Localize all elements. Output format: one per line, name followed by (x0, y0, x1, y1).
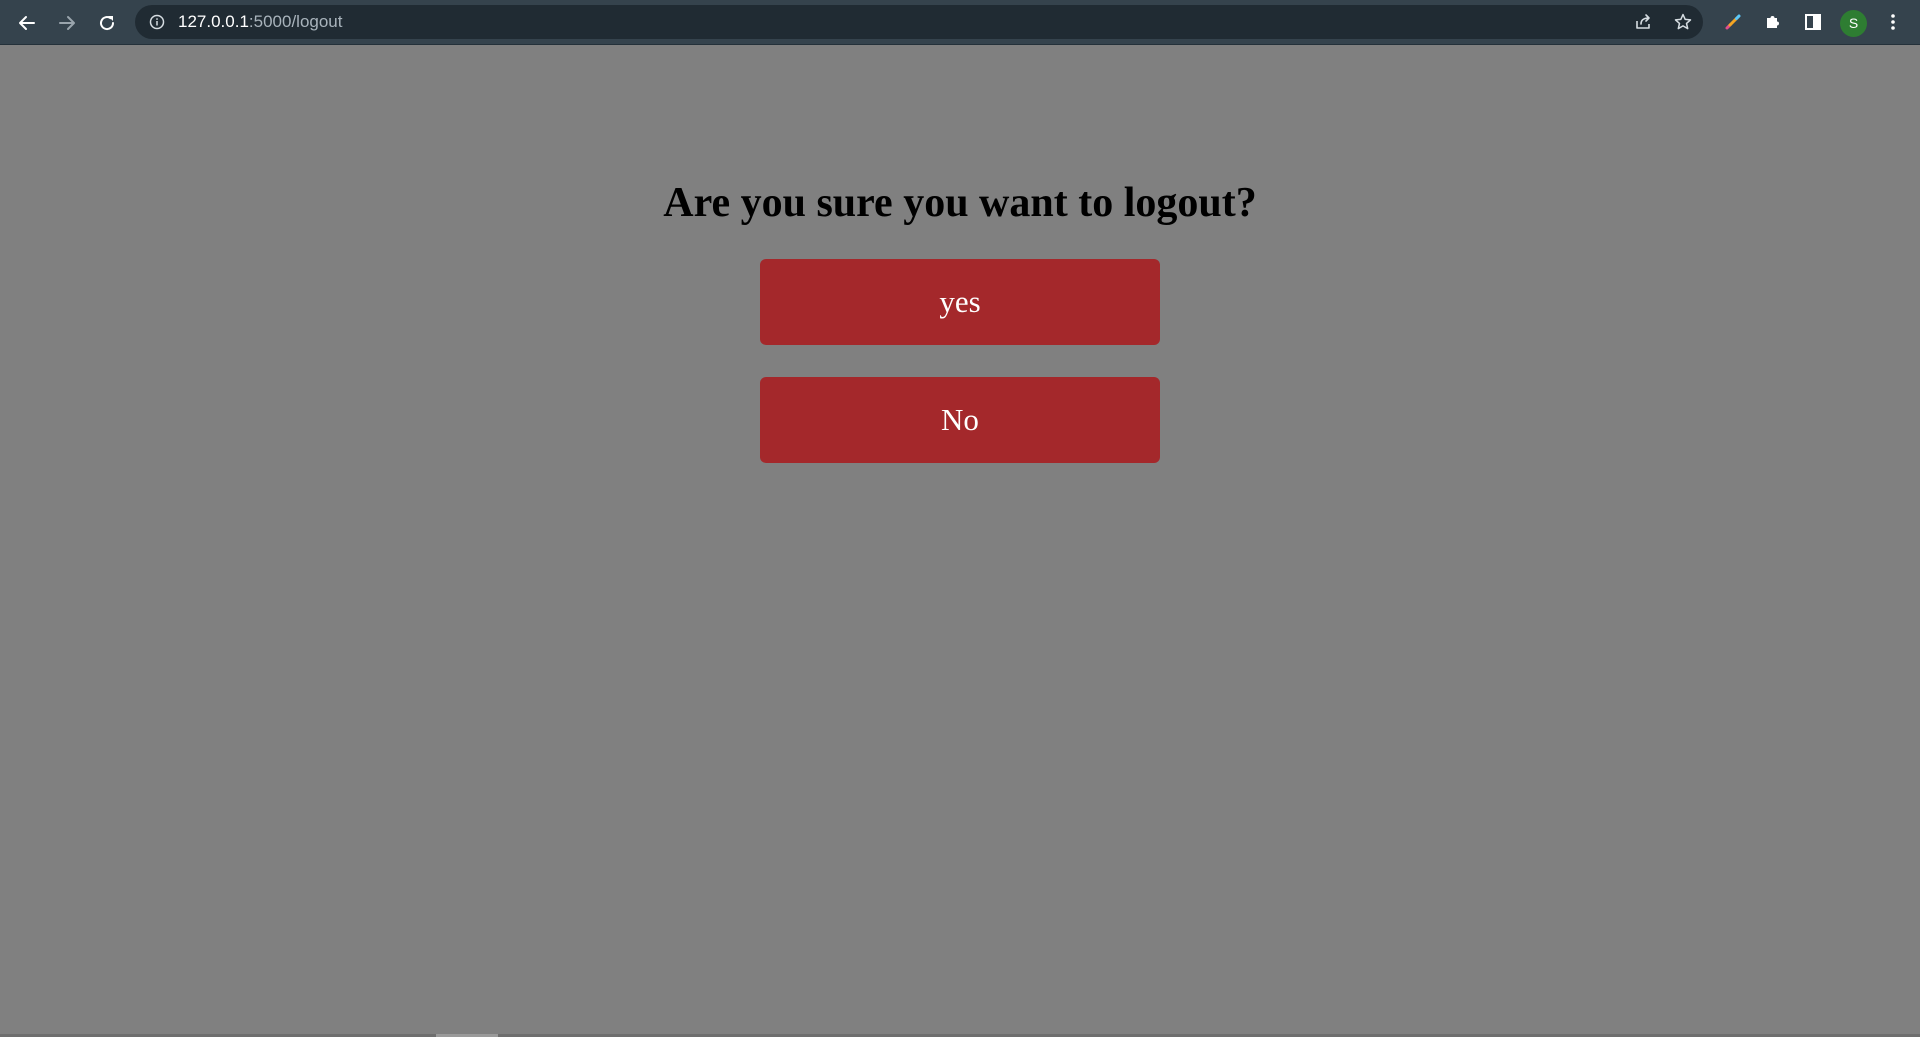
url-text[interactable]: 127.0.0.1:5000/logout (178, 5, 343, 39)
puzzle-icon[interactable] (1760, 9, 1786, 35)
reload-icon[interactable] (92, 8, 122, 38)
browser-toolbar: 127.0.0.1:5000/logout S (0, 0, 1920, 45)
share-icon[interactable] (1631, 10, 1655, 34)
info-icon[interactable] (149, 14, 165, 30)
yes-button[interactable]: yes (760, 259, 1160, 345)
page-title: Are you sure you want to logout? (663, 180, 1257, 226)
url-host: 127.0.0.1 (178, 12, 249, 31)
star-icon[interactable] (1671, 10, 1695, 34)
address-bar[interactable]: 127.0.0.1:5000/logout (135, 5, 1703, 39)
forward-arrow-icon[interactable] (52, 8, 82, 38)
url-path: :5000/logout (248, 12, 343, 31)
side-panel-icon[interactable] (1800, 9, 1826, 35)
page-content: Are you sure you want to logout? yes No (0, 45, 1920, 1037)
avatar[interactable]: S (1840, 10, 1867, 37)
back-arrow-icon[interactable] (12, 8, 42, 38)
kebab-menu-icon[interactable] (1880, 9, 1906, 35)
pen-icon[interactable] (1720, 9, 1746, 35)
no-button[interactable]: No (760, 377, 1160, 463)
